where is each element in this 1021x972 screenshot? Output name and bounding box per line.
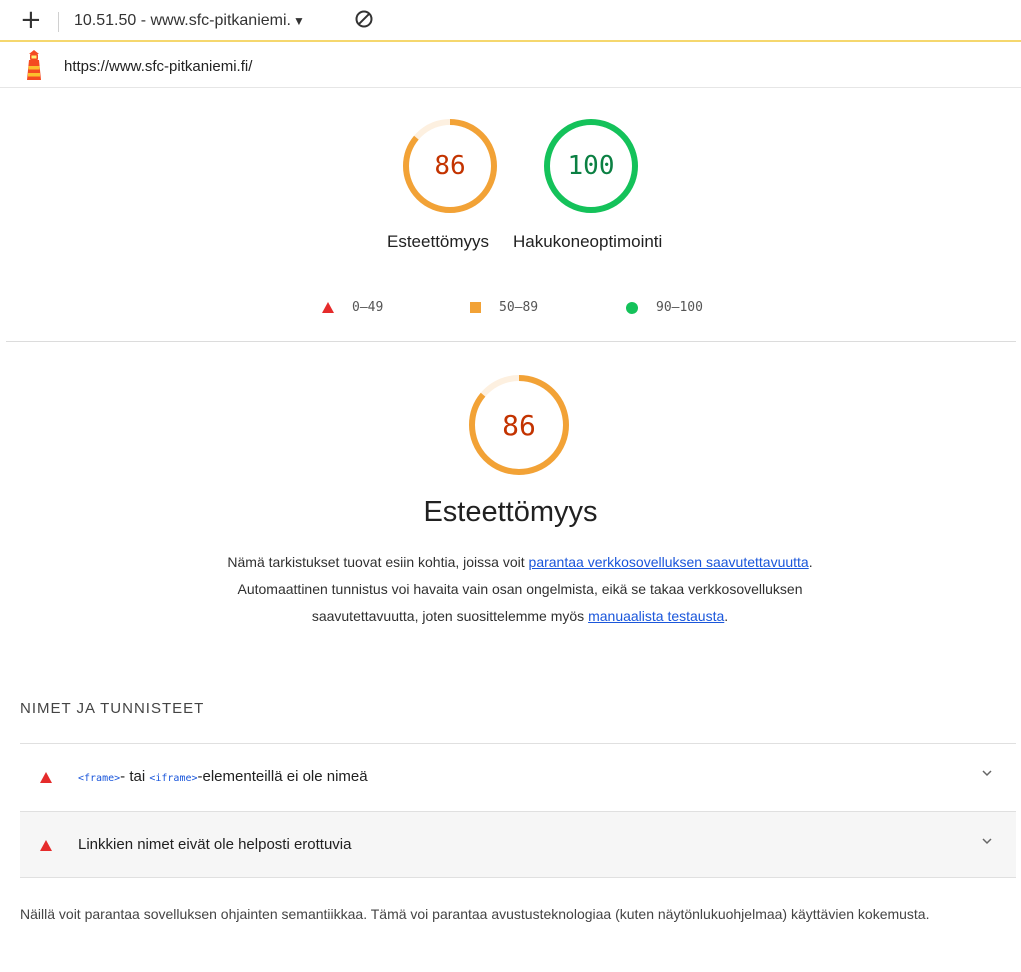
legend-pass-range: 90–100 xyxy=(656,300,703,315)
audit-title: Linkkien nimet eivät ole helposti erottu… xyxy=(78,836,352,853)
square-icon xyxy=(470,302,481,313)
accessibility-score-value: 86 xyxy=(434,151,466,181)
seo-score-gauge[interactable]: 100 xyxy=(541,116,641,216)
seo-score-label[interactable]: Hakukoneoptimointi xyxy=(513,232,666,252)
group-title: NIMET JA TUNNISTEET xyxy=(20,700,205,717)
report-header: https://www.sfc-pitkaniemi.fi/ ⋮ xyxy=(0,44,1021,88)
chevron-down-icon[interactable] xyxy=(980,834,994,848)
legend-fail-range: 0–49 xyxy=(352,300,384,315)
audit-text-rest: -elementeillä ei ole nimeä xyxy=(197,768,368,785)
circle-icon xyxy=(626,301,638,314)
category-score-value: 86 xyxy=(502,408,536,442)
accessibility-score-label[interactable]: Esteettömyys xyxy=(387,232,489,252)
no-entry-icon[interactable] xyxy=(354,9,374,29)
report-url[interactable]: https://www.sfc-pitkaniemi.fi/ xyxy=(64,58,252,75)
desc-text-3: . xyxy=(724,608,729,624)
seo-score-label-text: Hakukoneoptimointi xyxy=(513,232,663,251)
category-title: Esteettömyys xyxy=(423,496,598,528)
audit-title: <frame>- tai <iframe>-elementeillä ei ol… xyxy=(78,768,368,785)
caret-down-icon[interactable]: ▼ xyxy=(293,14,305,28)
tab-separator xyxy=(58,12,59,32)
group-description: Näillä voit parantaa sovelluksen ohjaint… xyxy=(20,906,930,922)
desc-text-1: Nämä tarkistukset tuovat esiin kohtia, j… xyxy=(227,554,529,570)
legend-pass: 90–100 xyxy=(626,300,703,315)
audit-row-link-name[interactable]: Linkkien nimet eivät ole helposti erottu… xyxy=(20,811,1016,878)
legend-average-range: 50–89 xyxy=(499,300,539,315)
plus-icon[interactable]: + xyxy=(20,7,42,33)
tab-title-text: 10.51.50 - www.sfc-pitkaniemi. xyxy=(74,12,291,29)
vertical-dots-icon[interactable]: ⋮ xyxy=(1012,54,1021,76)
category-description: Nämä tarkistukset tuovat esiin kohtia, j… xyxy=(220,549,820,630)
legend-fail: 0–49 xyxy=(322,300,383,315)
tab-bar: + 10.51.50 - www.sfc-pitkaniemi. ▼ xyxy=(0,0,1021,42)
accessibility-score-gauge[interactable]: 86 xyxy=(400,116,500,216)
triangle-icon xyxy=(40,772,52,783)
code-frame: <frame> xyxy=(78,773,121,784)
seo-score-value: 100 xyxy=(567,151,615,181)
audit-row-frame-title[interactable]: <frame>- tai <iframe>-elementeillä ei ol… xyxy=(20,743,1016,810)
triangle-icon xyxy=(40,840,52,851)
chevron-down-icon[interactable] xyxy=(980,766,994,780)
audit-text-middle: - tai xyxy=(120,768,150,785)
legend-average: 50–89 xyxy=(470,300,538,315)
manual-testing-link[interactable]: manuaalista testausta xyxy=(588,608,724,624)
code-iframe: <iframe> xyxy=(149,773,198,784)
category-score-gauge: 86 xyxy=(466,372,572,478)
lighthouse-logo-icon xyxy=(27,50,41,80)
accessibility-link[interactable]: parantaa verkkosovelluksen saavutettavuu… xyxy=(529,554,809,570)
section-divider xyxy=(6,341,1016,342)
tab-title[interactable]: 10.51.50 - www.sfc-pitkaniemi. ▼ xyxy=(74,12,305,30)
triangle-icon xyxy=(322,302,334,313)
